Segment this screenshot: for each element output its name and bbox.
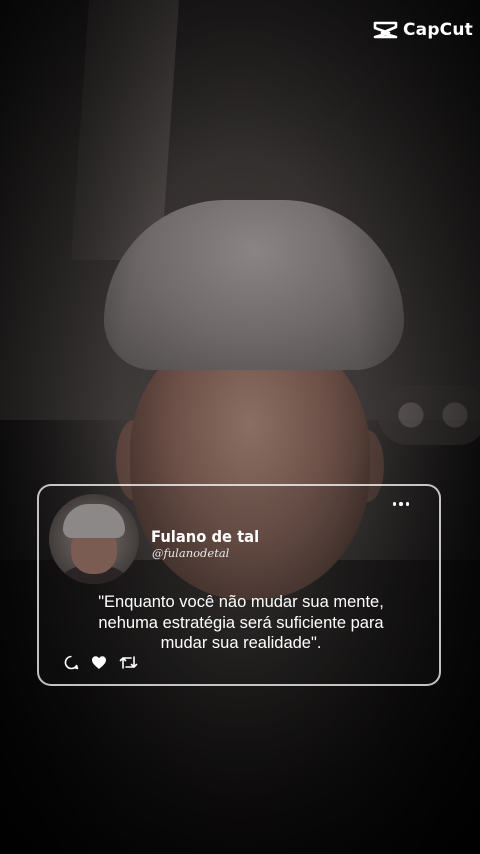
video-frame: CapCut Fulano de tal @fulanodetal "Enqua…	[0, 0, 480, 854]
post-card: Fulano de tal @fulanodetal "Enquanto voc…	[37, 484, 441, 686]
comment-icon[interactable]	[64, 655, 79, 670]
post-quote-text: "Enquanto você não mudar sua mente, nehu…	[98, 593, 384, 652]
repost-icon[interactable]	[119, 655, 138, 670]
dot	[392, 502, 396, 506]
dot	[405, 502, 409, 506]
post-actions	[64, 655, 138, 670]
more-dots-icon[interactable]	[392, 502, 409, 506]
heart-icon[interactable]	[91, 655, 107, 670]
capcut-brand-text: CapCut	[402, 20, 473, 40]
avatar[interactable]	[49, 494, 139, 584]
dot	[399, 502, 403, 506]
vignette-overlay	[0, 0, 480, 854]
capcut-watermark: CapCut	[373, 20, 473, 40]
avatar-cap	[63, 504, 125, 538]
capcut-logo-icon	[373, 21, 398, 39]
author-name: Fulano de tal	[151, 527, 260, 546]
author-handle: @fulanodetal	[152, 546, 230, 560]
